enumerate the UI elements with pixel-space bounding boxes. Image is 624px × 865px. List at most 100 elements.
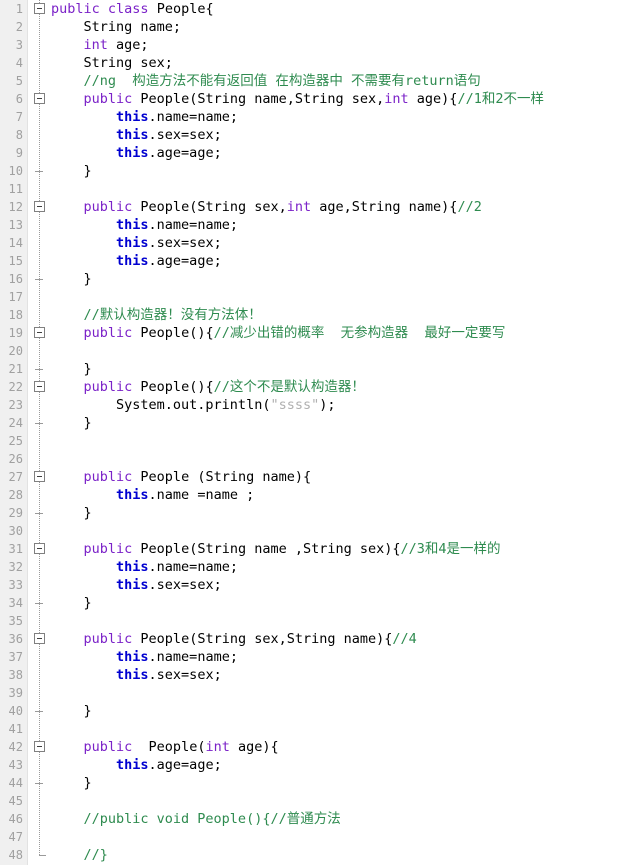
code-line[interactable]: this.name =name ; <box>51 486 624 504</box>
code-folding-gutter[interactable] <box>29 0 51 865</box>
collapse-minus-icon[interactable] <box>34 381 45 392</box>
fold-guide-cell <box>29 756 51 774</box>
collapse-minus-icon[interactable] <box>34 471 45 482</box>
code-line[interactable]: public class People{ <box>51 0 624 18</box>
code-line[interactable]: public People(String name,String sex,int… <box>51 90 624 108</box>
line-number: 38 <box>8 668 23 682</box>
code-line[interactable] <box>51 180 624 198</box>
code-line[interactable]: String sex; <box>51 54 624 72</box>
code-editor[interactable]: 1 2 3 4 5 6 7 8 9 10 11 12 13 14 15 16 17 18 19 20 21 22 23 24 2… <box>0 0 624 865</box>
line-number: 1 <box>15 2 23 16</box>
code-token-plain: } <box>51 703 92 719</box>
collapse-minus-icon[interactable] <box>34 3 45 14</box>
fold-toggle-icon[interactable] <box>29 324 51 342</box>
line-number: 48 <box>8 848 23 862</box>
code-line[interactable]: } <box>51 414 624 432</box>
code-line[interactable]: } <box>51 504 624 522</box>
code-line[interactable]: public People (String name){ <box>51 468 624 486</box>
code-line[interactable]: } <box>51 270 624 288</box>
code-line[interactable]: System.out.println("ssss"); <box>51 396 624 414</box>
code-line[interactable] <box>51 792 624 810</box>
collapse-minus-icon[interactable] <box>34 93 45 104</box>
code-token-kw: int <box>83 37 108 53</box>
fold-toggle-icon[interactable] <box>29 90 51 108</box>
collapse-minus-icon[interactable] <box>34 201 45 212</box>
fold-toggle-icon[interactable] <box>29 0 51 18</box>
code-line[interactable]: public People(String sex,int age,String … <box>51 198 624 216</box>
fold-toggle-icon[interactable] <box>29 630 51 648</box>
code-token-kw: public <box>83 739 133 755</box>
code-line[interactable]: this.name=name; <box>51 216 624 234</box>
code-line[interactable] <box>51 522 624 540</box>
collapse-minus-icon[interactable] <box>34 741 45 752</box>
fold-region-end-marker <box>29 360 51 378</box>
line-number: 25 <box>8 434 23 448</box>
fold-toggle-icon[interactable] <box>29 198 51 216</box>
code-line[interactable]: //} <box>51 846 624 864</box>
collapse-minus-icon[interactable] <box>34 633 45 644</box>
code-line[interactable]: } <box>51 360 624 378</box>
code-line[interactable]: this.sex=sex; <box>51 234 624 252</box>
code-token-kw: public <box>83 379 133 395</box>
code-line[interactable] <box>51 342 624 360</box>
fold-guide-cell <box>29 216 51 234</box>
code-line[interactable] <box>51 432 624 450</box>
fold-end-tick-icon <box>35 711 43 712</box>
line-number: 10 <box>8 164 23 178</box>
code-line[interactable]: this.age=age; <box>51 252 624 270</box>
code-line[interactable]: public People(int age){ <box>51 738 624 756</box>
code-line[interactable] <box>51 828 624 846</box>
fold-guide-line <box>39 432 40 450</box>
collapse-minus-icon[interactable] <box>34 327 45 338</box>
fold-guide-line <box>39 666 40 684</box>
fold-guide-cell <box>29 648 51 666</box>
code-line[interactable]: this.age=age; <box>51 756 624 774</box>
code-line[interactable] <box>51 612 624 630</box>
code-line[interactable]: } <box>51 702 624 720</box>
code-line[interactable]: String name; <box>51 18 624 36</box>
code-line[interactable]: //默认构造器！没有方法体！ <box>51 306 624 324</box>
code-line[interactable]: int age; <box>51 36 624 54</box>
code-line[interactable]: this.age=age; <box>51 144 624 162</box>
line-number: 15 <box>8 254 23 268</box>
code-token-kw: public <box>83 469 133 485</box>
line-number: 26 <box>8 452 23 466</box>
code-line[interactable] <box>51 720 624 738</box>
fold-guide-line <box>39 396 40 414</box>
code-line[interactable] <box>51 288 624 306</box>
code-line[interactable]: this.name=name; <box>51 648 624 666</box>
code-line[interactable]: this.name=name; <box>51 108 624 126</box>
code-line[interactable]: this.sex=sex; <box>51 666 624 684</box>
fold-toggle-icon[interactable] <box>29 378 51 396</box>
line-number: 47 <box>8 830 23 844</box>
fold-toggle-icon[interactable] <box>29 468 51 486</box>
code-line[interactable]: //ng 构造方法不能有返回值 在构造器中 不需要有return语句 <box>51 72 624 90</box>
code-line[interactable]: } <box>51 162 624 180</box>
code-line[interactable]: this.sex=sex; <box>51 126 624 144</box>
fold-toggle-icon[interactable] <box>29 540 51 558</box>
code-line[interactable]: } <box>51 774 624 792</box>
code-line[interactable] <box>51 450 624 468</box>
fold-guide-line <box>39 612 40 630</box>
code-line[interactable]: } <box>51 594 624 612</box>
code-line[interactable]: this.name=name; <box>51 558 624 576</box>
code-line[interactable]: public People(){//减少出错的概率 无参构造器 最好一定要写 <box>51 324 624 342</box>
code-line[interactable]: public People(String name ,String sex){/… <box>51 540 624 558</box>
code-token-cmt: //减少出错的概率 无参构造器 最好一定要写 <box>213 325 506 341</box>
code-token-plain: } <box>51 775 92 791</box>
fold-guide-cell <box>29 288 51 306</box>
code-token-kw2: this <box>116 127 149 143</box>
collapse-minus-icon[interactable] <box>34 543 45 554</box>
code-line[interactable]: public People(){//这个不是默认构造器！ <box>51 378 624 396</box>
fold-toggle-icon[interactable] <box>29 738 51 756</box>
code-line[interactable] <box>51 684 624 702</box>
code-line[interactable]: public People(String sex,String name){//… <box>51 630 624 648</box>
fold-guide-line <box>39 180 40 198</box>
code-content-area[interactable]: public class People{ String name; int ag… <box>51 0 624 865</box>
code-token-plain: System.out.println( <box>51 397 271 413</box>
code-line[interactable]: //public void People(){//普通方法 <box>51 810 624 828</box>
code-line[interactable]: this.sex=sex; <box>51 576 624 594</box>
